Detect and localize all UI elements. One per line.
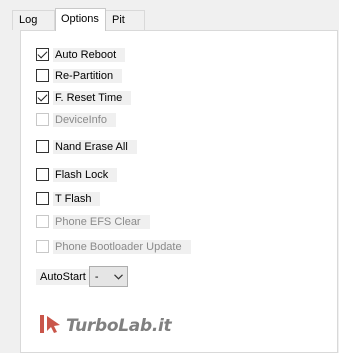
option-phone-bootloader-update: Phone Bootloader Update [36,238,191,255]
cursor-logo-icon [40,314,62,339]
device-info-label: DeviceInfo [53,112,116,127]
option-nand-erase-all[interactable]: Nand Erase All [36,138,137,155]
option-re-partition[interactable]: Re-Partition [36,67,123,84]
autostart-row: AutoStart - [36,266,128,287]
auto-reboot-label: Auto Reboot [53,47,126,62]
flash-lock-checkbox[interactable] [36,168,49,181]
watermark-text: TurboLab.it [66,316,172,336]
f-reset-time-label: F. Reset Time [53,90,132,105]
autostart-selected-value: - [94,270,99,283]
tab-log[interactable]: Log [12,10,55,30]
autostart-label: AutoStart [36,268,89,285]
auto-reboot-checkbox[interactable] [36,48,49,61]
f-reset-time-checkbox[interactable] [36,91,49,104]
t-flash-label: T Flash [53,191,101,206]
flash-lock-label: Flash Lock [53,167,118,182]
chevron-down-icon [113,273,123,280]
phone-efs-clear-label: Phone EFS Clear [53,214,150,229]
re-partition-checkbox[interactable] [36,69,49,82]
tab-pit[interactable]: Pit [105,10,145,30]
nand-erase-all-checkbox[interactable] [36,140,49,153]
option-t-flash[interactable]: T Flash [36,190,101,207]
option-phone-efs-clear: Phone EFS Clear [36,213,150,230]
t-flash-checkbox[interactable] [36,192,49,205]
autostart-select[interactable]: - [88,266,128,287]
tab-options[interactable]: Options [55,8,106,31]
tab-strip: Log Options Pit [0,0,339,31]
device-info-checkbox [36,113,49,126]
option-flash-lock[interactable]: Flash Lock [36,166,118,183]
phone-bootloader-update-label: Phone Bootloader Update [53,239,191,254]
turbolab-watermark: TurboLab.it [40,313,172,339]
phone-bootloader-update-checkbox [36,240,49,253]
option-auto-reboot[interactable]: Auto Reboot [36,46,126,63]
option-device-info: DeviceInfo [36,111,116,128]
option-f-reset-time[interactable]: F. Reset Time [36,89,132,106]
phone-efs-clear-checkbox [36,215,49,228]
re-partition-label: Re-Partition [53,68,123,83]
nand-erase-all-label: Nand Erase All [53,139,137,154]
